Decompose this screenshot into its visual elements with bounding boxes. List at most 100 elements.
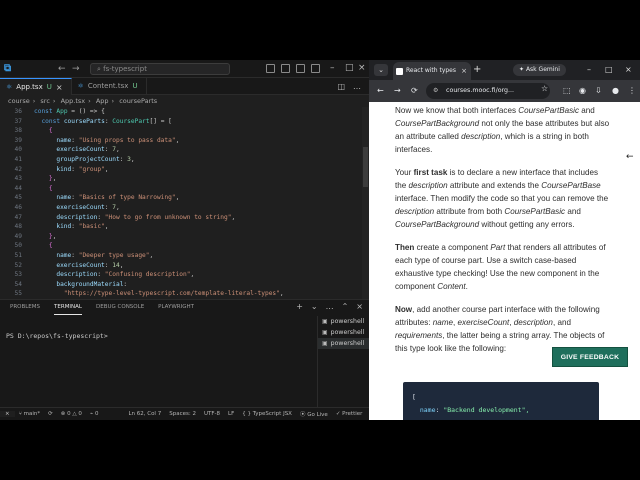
- code-line[interactable]: 55 "https://type-level-typescript.com/te…: [0, 289, 369, 299]
- language-mode[interactable]: { } TypeScript JSX: [238, 411, 296, 417]
- dropdown-icon[interactable]: ⌄: [311, 302, 318, 311]
- terminal-item[interactable]: ▣ powershell: [318, 316, 369, 327]
- command-center-search[interactable]: ⌕ fs-typescript: [90, 63, 230, 75]
- code-line[interactable]: 48 kind: "basic",: [0, 222, 369, 232]
- encoding[interactable]: UTF-8: [200, 411, 224, 417]
- code-line[interactable]: 44 {: [0, 184, 369, 194]
- branch-indicator[interactable]: ⑂ main*: [15, 411, 45, 417]
- code-line[interactable]: 43 },: [0, 174, 369, 184]
- close-tab-icon[interactable]: ×: [461, 62, 467, 80]
- code-line[interactable]: 36 const App = () => {: [0, 107, 369, 117]
- go-live[interactable]: ⦿ Go Live: [296, 410, 332, 418]
- terminal-item[interactable]: ▣ powershell: [318, 327, 369, 338]
- panel-actions: + ⌄ … ⌃ ×: [296, 302, 363, 311]
- code-line[interactable]: 47 description: "How to go from unknown …: [0, 213, 369, 223]
- close-window-icon[interactable]: ×: [625, 63, 632, 77]
- close-panel-icon[interactable]: ×: [356, 302, 363, 311]
- minimize-icon[interactable]: –: [587, 63, 591, 77]
- end-of-line[interactable]: LF: [224, 411, 238, 417]
- back-arrow-icon[interactable]: ←: [626, 152, 634, 162]
- bookmark-star-icon[interactable]: ☆: [541, 84, 548, 93]
- browser-tab[interactable]: React with types ×: [393, 62, 471, 80]
- close-tab-icon[interactable]: ×: [56, 79, 63, 96]
- code-line[interactable]: 38 {: [0, 126, 369, 136]
- toggle-secondary-sidebar-icon[interactable]: [296, 64, 305, 73]
- ports-indicator[interactable]: ⌁ 0: [86, 411, 103, 417]
- problems-indicator[interactable]: ⊗ 0 △ 0: [57, 411, 86, 417]
- code-text: "https://type-level-typescript.com/templ…: [63, 290, 284, 298]
- profile-icon[interactable]: ◉: [579, 85, 586, 97]
- give-feedback-button[interactable]: GIVE FEEDBACK: [552, 347, 628, 367]
- code-text: name: "Using props to pass data",: [56, 136, 180, 144]
- maximize-icon[interactable]: □: [345, 62, 354, 74]
- maximize-icon[interactable]: □: [605, 63, 613, 77]
- extensions-icon[interactable]: ⬚: [563, 85, 571, 97]
- code-text: {: [48, 184, 53, 192]
- back-arrow-icon[interactable]: ←: [58, 63, 66, 75]
- tab-content-tsx[interactable]: ⚛ Content.tsx U: [72, 78, 147, 95]
- remote-indicator-icon[interactable]: ⨯: [0, 411, 15, 417]
- panel-tab-problems[interactable]: PROBLEMS: [10, 300, 40, 315]
- tab-status: U: [46, 82, 52, 91]
- code-line[interactable]: 52 exerciseCount: 14,: [0, 261, 369, 271]
- code-line[interactable]: 42 kind: "group",: [0, 165, 369, 175]
- toggle-panel-icon[interactable]: [281, 64, 290, 73]
- menu-icon[interactable]: ⋮: [628, 85, 636, 97]
- profile-avatar[interactable]: ●: [612, 85, 619, 97]
- indentation[interactable]: Spaces: 2: [165, 411, 200, 417]
- terminal-item[interactable]: ▣ powershell: [318, 338, 369, 349]
- toggle-sidebar-icon[interactable]: [266, 64, 275, 73]
- sync-icon[interactable]: ⟳: [44, 411, 57, 417]
- breadcrumb-item[interactable]: course: [8, 97, 30, 105]
- ask-gemini-button[interactable]: ✦ Ask Gemini: [513, 64, 566, 76]
- line-number: 50: [14, 242, 22, 250]
- code-line[interactable]: 50 {: [0, 241, 369, 251]
- code-text: {: [48, 242, 53, 250]
- maximize-panel-icon[interactable]: ⌃: [342, 302, 349, 311]
- panel-tab-debug-console[interactable]: DEBUG CONSOLE: [96, 300, 144, 315]
- editor-scrollbar[interactable]: [362, 107, 369, 299]
- code-line[interactable]: 46 exerciseCount: 7,: [0, 203, 369, 213]
- forward-arrow-icon[interactable]: →: [72, 63, 80, 75]
- new-tab-icon[interactable]: +: [473, 62, 481, 78]
- line-number: 44: [14, 184, 22, 192]
- split-editor-icon[interactable]: ◫: [337, 82, 345, 91]
- code-line[interactable]: 39 name: "Using props to pass data",: [0, 136, 369, 146]
- close-window-icon[interactable]: ×: [358, 62, 366, 74]
- code-line[interactable]: 49 },: [0, 232, 369, 242]
- breadcrumb-item[interactable]: courseParts: [119, 97, 157, 105]
- breadcrumb-item[interactable]: src: [40, 97, 50, 105]
- breadcrumb-item[interactable]: App.tsx: [61, 97, 86, 105]
- customize-layout-icon[interactable]: [311, 64, 320, 73]
- more-actions-icon[interactable]: …: [353, 82, 361, 91]
- code-line[interactable]: 53 description: "Confusing description",: [0, 270, 369, 280]
- address-bar[interactable]: ⚙ courses.mooc.fi/org...: [426, 83, 550, 99]
- code-line[interactable]: 45 name: "Basics of type Narrowing",: [0, 193, 369, 203]
- line-number: 51: [14, 251, 22, 259]
- code-line[interactable]: 51 name: "Deeper type usage",: [0, 251, 369, 261]
- code-line[interactable]: 54 backgroundMaterial:: [0, 280, 369, 290]
- line-number: 47: [14, 213, 22, 221]
- more-icon[interactable]: …: [326, 302, 334, 311]
- new-terminal-icon[interactable]: +: [296, 302, 303, 311]
- panel-tab-playwright[interactable]: PLAYWRIGHT: [158, 300, 194, 315]
- editor-scrollbar-thumb[interactable]: [363, 147, 368, 187]
- code-line[interactable]: 41 groupProjectCount: 3,: [0, 155, 369, 165]
- tab-app-tsx[interactable]: ⚛ App.tsx U ×: [0, 78, 72, 95]
- tab-search-icon[interactable]: ⌄: [374, 64, 388, 76]
- reload-icon[interactable]: ⟳: [411, 85, 418, 97]
- code-editor[interactable]: 36 const App = () => {37 const coursePart…: [0, 107, 369, 299]
- forward-icon[interactable]: →: [394, 85, 401, 97]
- editor-tabs: ⚛ App.tsx U × ⚛ Content.tsx U ◫ …: [0, 78, 369, 95]
- code-line[interactable]: 37 const courseParts: CoursePart[] = [: [0, 117, 369, 127]
- minimize-icon[interactable]: –: [330, 62, 335, 74]
- code-line[interactable]: 40 exerciseCount: 7,: [0, 145, 369, 155]
- line-number: 41: [14, 155, 22, 163]
- panel-tab-terminal[interactable]: TERMINAL: [54, 300, 82, 315]
- terminal-prompt[interactable]: PS D:\repos\fs-typescript>: [6, 332, 108, 340]
- cursor-position[interactable]: Ln 62, Col 7: [124, 411, 165, 417]
- download-icon[interactable]: ⇩: [595, 85, 602, 97]
- back-icon[interactable]: ←: [377, 85, 384, 97]
- prettier[interactable]: ✓ Prettier: [332, 411, 367, 417]
- breadcrumb-item[interactable]: App: [96, 97, 109, 105]
